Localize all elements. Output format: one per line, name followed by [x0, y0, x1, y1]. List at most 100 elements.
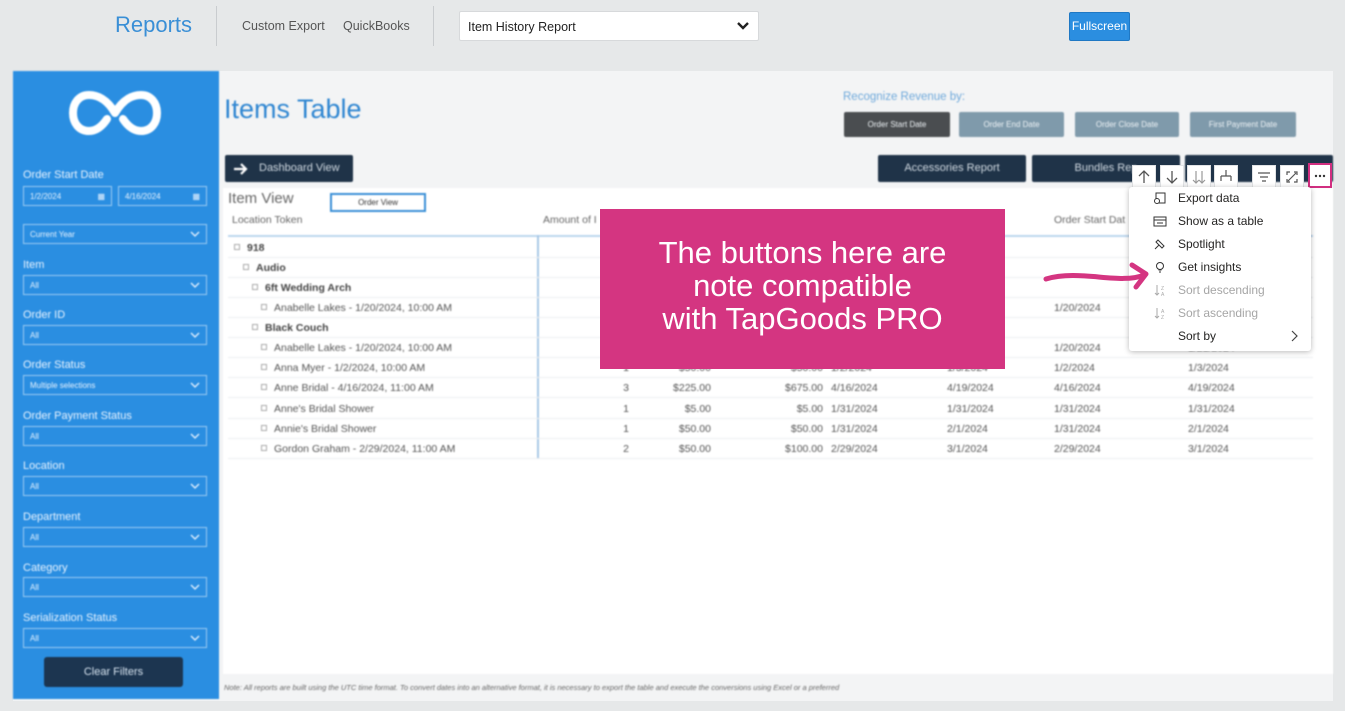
logo-icon: [68, 90, 162, 136]
custom-export-link[interactable]: Custom Export: [242, 19, 325, 33]
collapse-icon[interactable]: [252, 324, 258, 330]
collapse-icon[interactable]: [261, 445, 267, 451]
menu-item-label: Export data: [1178, 191, 1240, 205]
calendar-icon: ▦: [192, 192, 200, 201]
filter-label-order-start-date: Order Start Date: [23, 169, 104, 181]
row-label: Anne's Bridal Shower: [274, 403, 375, 415]
quickbooks-link[interactable]: QuickBooks: [343, 19, 410, 33]
report-select[interactable]: Item History Report: [459, 11, 759, 41]
filter-label-category: Category: [23, 562, 68, 574]
item-view-label: Item View: [228, 190, 294, 207]
collapse-icon[interactable]: [261, 425, 267, 431]
double-arrow-down-icon: [1192, 171, 1206, 184]
filter-label-location: Location: [23, 460, 65, 472]
table-row[interactable]: Anne Bridal - 4/16/2024, 11:00 AM 3 $225…: [223, 378, 1333, 398]
cell-price: $50.00: [678, 443, 711, 455]
column-header-amount[interactable]: Amount of I: [543, 214, 597, 226]
sort-ascending-icon: AZ: [1154, 308, 1165, 320]
period-dropdown[interactable]: Current Year: [23, 224, 207, 244]
collapse-icon[interactable]: [261, 304, 267, 310]
location-dropdown[interactable]: All: [23, 476, 207, 496]
cell-date: 1/3/2024: [1188, 362, 1229, 374]
cell-total: $675.00: [785, 382, 823, 394]
cell-quantity: 2: [623, 443, 629, 455]
filter-icon: [1258, 172, 1270, 182]
column-header-order-start-date[interactable]: Order Start Dat: [1054, 214, 1125, 226]
end-date-input[interactable]: 4/16/2024 ▦: [118, 186, 207, 206]
cell-date: 1/31/2024: [1054, 423, 1101, 435]
chevron-right-icon: [1291, 330, 1298, 342]
expand-level-button[interactable]: [1187, 165, 1211, 189]
start-date-input[interactable]: 1/2/2024 ▦: [23, 186, 112, 206]
table-icon: [1153, 216, 1167, 227]
more-options-button[interactable]: [1308, 163, 1332, 188]
menu-item-sort-ascending[interactable]: AZ Sort ascending: [1129, 302, 1311, 324]
row-label: 6ft Wedding Arch: [265, 282, 352, 294]
order-status-dropdown[interactable]: Multiple selections: [23, 375, 207, 395]
export-icon: [1154, 192, 1166, 204]
report-select-value: Item History Report: [468, 20, 576, 34]
category-dropdown[interactable]: All: [23, 577, 207, 597]
row-label: Anna Myer - 1/2/2024, 10:00 AM: [274, 362, 426, 374]
order-id-dropdown[interactable]: All: [23, 325, 207, 345]
collapse-icon[interactable]: [252, 284, 258, 290]
column-header-location-token[interactable]: Location Token: [232, 214, 302, 226]
fullscreen-button[interactable]: Fullscreen: [1069, 12, 1130, 41]
order-end-date-button[interactable]: Order End Date: [959, 112, 1064, 137]
collapse-icon[interactable]: [261, 364, 267, 370]
cell-total: $100.00: [785, 443, 823, 455]
item-dropdown[interactable]: All: [23, 275, 207, 295]
cell-total: $50.00: [790, 423, 823, 435]
menu-item-spotlight[interactable]: Spotlight: [1129, 233, 1311, 255]
cell-date: 1/2/2024: [1054, 362, 1095, 374]
cell-total: $5.00: [796, 403, 823, 415]
menu-item-export-data[interactable]: Export data: [1129, 187, 1311, 209]
chevron-down-icon: [190, 332, 200, 338]
clear-filters-button[interactable]: Clear Filters: [44, 657, 183, 687]
callout-line: note compatible: [693, 268, 912, 303]
department-value: All: [30, 533, 39, 542]
order-view-button[interactable]: Order View: [330, 193, 426, 212]
cell-date: 2/1/2024: [947, 423, 988, 435]
cell-date: 1/31/2024: [1188, 403, 1235, 415]
serialization-dropdown[interactable]: All: [23, 628, 207, 648]
category-value: All: [30, 583, 39, 592]
menu-item-sort-by[interactable]: Sort by: [1129, 325, 1311, 347]
row-label: Annie's Bridal Shower: [274, 423, 377, 435]
cell-date: 4/19/2024: [947, 382, 994, 394]
cell-date: 1/31/2024: [947, 403, 994, 415]
collapse-icon[interactable]: [261, 384, 267, 390]
collapse-icon[interactable]: [243, 264, 249, 270]
table-row[interactable]: Anne's Bridal Shower 1 $5.00 $5.00 1/31/…: [223, 399, 1333, 419]
drill-down-button[interactable]: [1160, 165, 1184, 189]
table-row[interactable]: Annie's Bridal Shower 1 $50.00 $50.00 1/…: [223, 419, 1333, 439]
first-payment-date-button[interactable]: First Payment Date: [1190, 112, 1296, 137]
accessories-report-button[interactable]: Accessories Report: [878, 155, 1026, 182]
collapse-icon[interactable]: [261, 405, 267, 411]
menu-item-label: Get insights: [1178, 260, 1242, 274]
collapse-icon[interactable]: [234, 244, 240, 250]
filter-button[interactable]: [1252, 165, 1276, 189]
cell-price: $225.00: [673, 382, 711, 394]
order-close-date-button[interactable]: Order Close Date: [1075, 112, 1179, 137]
svg-text:Z: Z: [1161, 315, 1164, 320]
expand-all-button[interactable]: [1214, 165, 1238, 189]
row-label: 918: [247, 242, 265, 254]
menu-item-show-as-table[interactable]: Show as a table: [1129, 210, 1311, 232]
svg-text:A: A: [1161, 292, 1165, 297]
order-start-date-button[interactable]: Order Start Date: [844, 112, 950, 137]
utc-footnote: Note: All reports are built using the UT…: [224, 683, 840, 692]
cell-date: 2/29/2024: [831, 443, 878, 455]
cell-date: 4/16/2024: [831, 382, 878, 394]
focus-mode-button[interactable]: [1280, 165, 1304, 189]
bundles-report-button[interactable]: Bundles Rep: [1032, 155, 1180, 182]
expand-icon: [1286, 171, 1298, 183]
drill-up-button[interactable]: [1132, 165, 1156, 189]
chevron-down-icon: [190, 231, 200, 237]
table-row[interactable]: Gordon Graham - 2/29/2024, 11:00 AM 2 $5…: [223, 439, 1333, 459]
payment-status-dropdown[interactable]: All: [23, 426, 207, 446]
reports-title[interactable]: Reports: [115, 12, 192, 38]
department-dropdown[interactable]: All: [23, 527, 207, 547]
collapse-icon[interactable]: [261, 344, 267, 350]
dashboard-view-button[interactable]: Dashboard View: [225, 155, 353, 182]
